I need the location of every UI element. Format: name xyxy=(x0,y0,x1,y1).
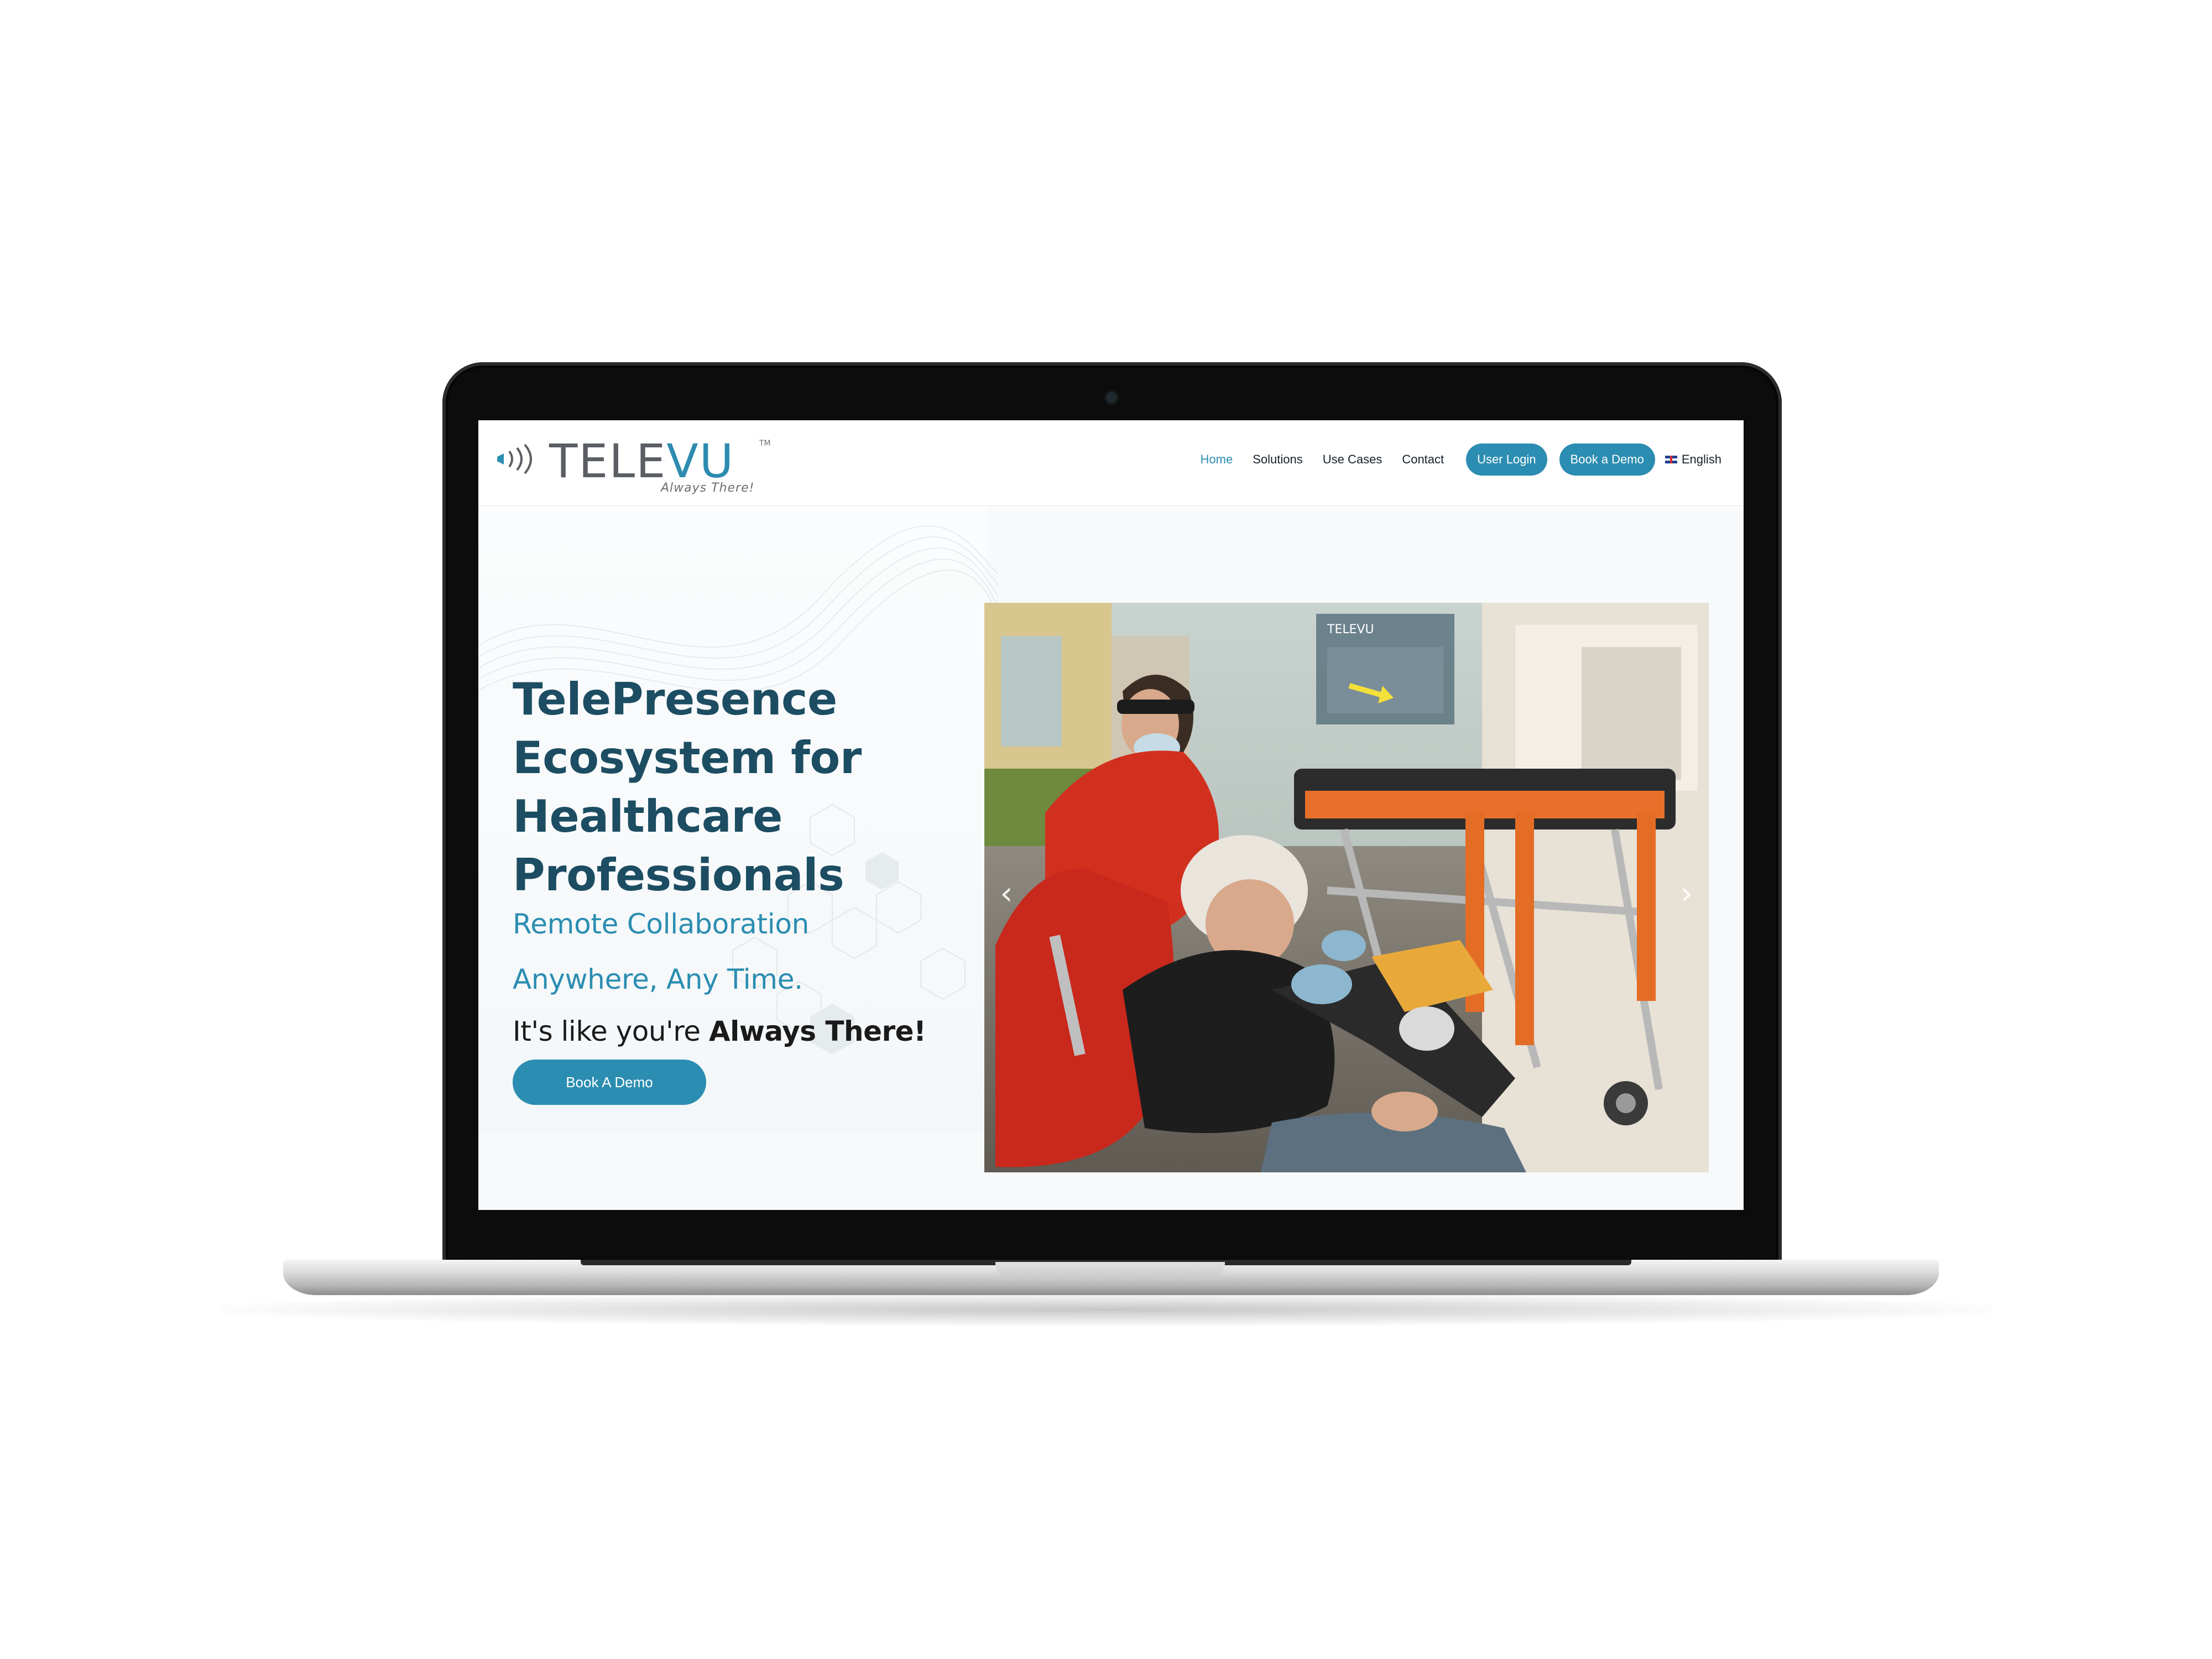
hero-image-slider[interactable]: TELEVU ‹ › xyxy=(984,603,1709,1172)
headline-line-3: Healthcare xyxy=(513,791,782,842)
book-demo-nav-button[interactable]: Book a Demo xyxy=(1559,444,1655,476)
uk-flag-icon xyxy=(1665,456,1677,463)
hero-subheading-2: Anywhere, Any Time. xyxy=(513,963,803,995)
sound-wave-icon xyxy=(497,444,532,474)
laptop-shadow xyxy=(221,1293,1991,1326)
brand-tagline: Always There! xyxy=(661,481,755,495)
nav-contact[interactable]: Contact xyxy=(1402,452,1444,467)
hero-tagline: It's like you're Always There! xyxy=(513,1015,926,1047)
brand-prefix: TELE xyxy=(549,434,667,488)
book-demo-hero-button[interactable]: Book A Demo xyxy=(513,1060,706,1105)
brand-wordmark: TELEVU xyxy=(549,436,734,487)
nav-solutions[interactable]: Solutions xyxy=(1253,452,1303,467)
language-label: English xyxy=(1681,452,1721,466)
site-header: TELEVU TM Always There! Home Solutions U… xyxy=(478,420,1744,507)
language-selector[interactable]: English xyxy=(1665,452,1721,467)
headline-line-1: TelePresence xyxy=(513,674,837,725)
tagline-prefix: It's like you're xyxy=(513,1015,709,1047)
chevron-right-icon[interactable]: › xyxy=(1676,877,1698,910)
browser-viewport: TELEVU TM Always There! Home Solutions U… xyxy=(478,420,1744,1210)
trademark-symbol: TM xyxy=(759,439,771,448)
headline-line-4: Professionals xyxy=(513,849,844,901)
hero-subheading-1: Remote Collaboration xyxy=(513,908,810,940)
webcam-icon xyxy=(1106,392,1117,403)
chevron-left-icon[interactable]: ‹ xyxy=(995,877,1018,910)
brand-suffix: VU xyxy=(666,434,735,488)
headline-line-2: Ecosystem for xyxy=(513,732,862,784)
paramedic-photo: TELEVU xyxy=(984,603,1709,1172)
televu-logo[interactable]: TELEVU TM Always There! xyxy=(495,436,771,495)
tagline-bold: Always There! xyxy=(708,1015,926,1047)
laptop-notch xyxy=(995,1262,1225,1280)
nav-home[interactable]: Home xyxy=(1201,452,1233,467)
overlay-brand-label: TELEVU xyxy=(1327,623,1374,637)
main-navigation: Home Solutions Use Cases Contact User Lo… xyxy=(1181,442,1721,477)
hero-headline: TelePresence Ecosystem for Healthcare Pr… xyxy=(513,670,933,905)
user-login-button[interactable]: User Login xyxy=(1466,444,1547,476)
nav-use-cases[interactable]: Use Cases xyxy=(1323,452,1383,467)
